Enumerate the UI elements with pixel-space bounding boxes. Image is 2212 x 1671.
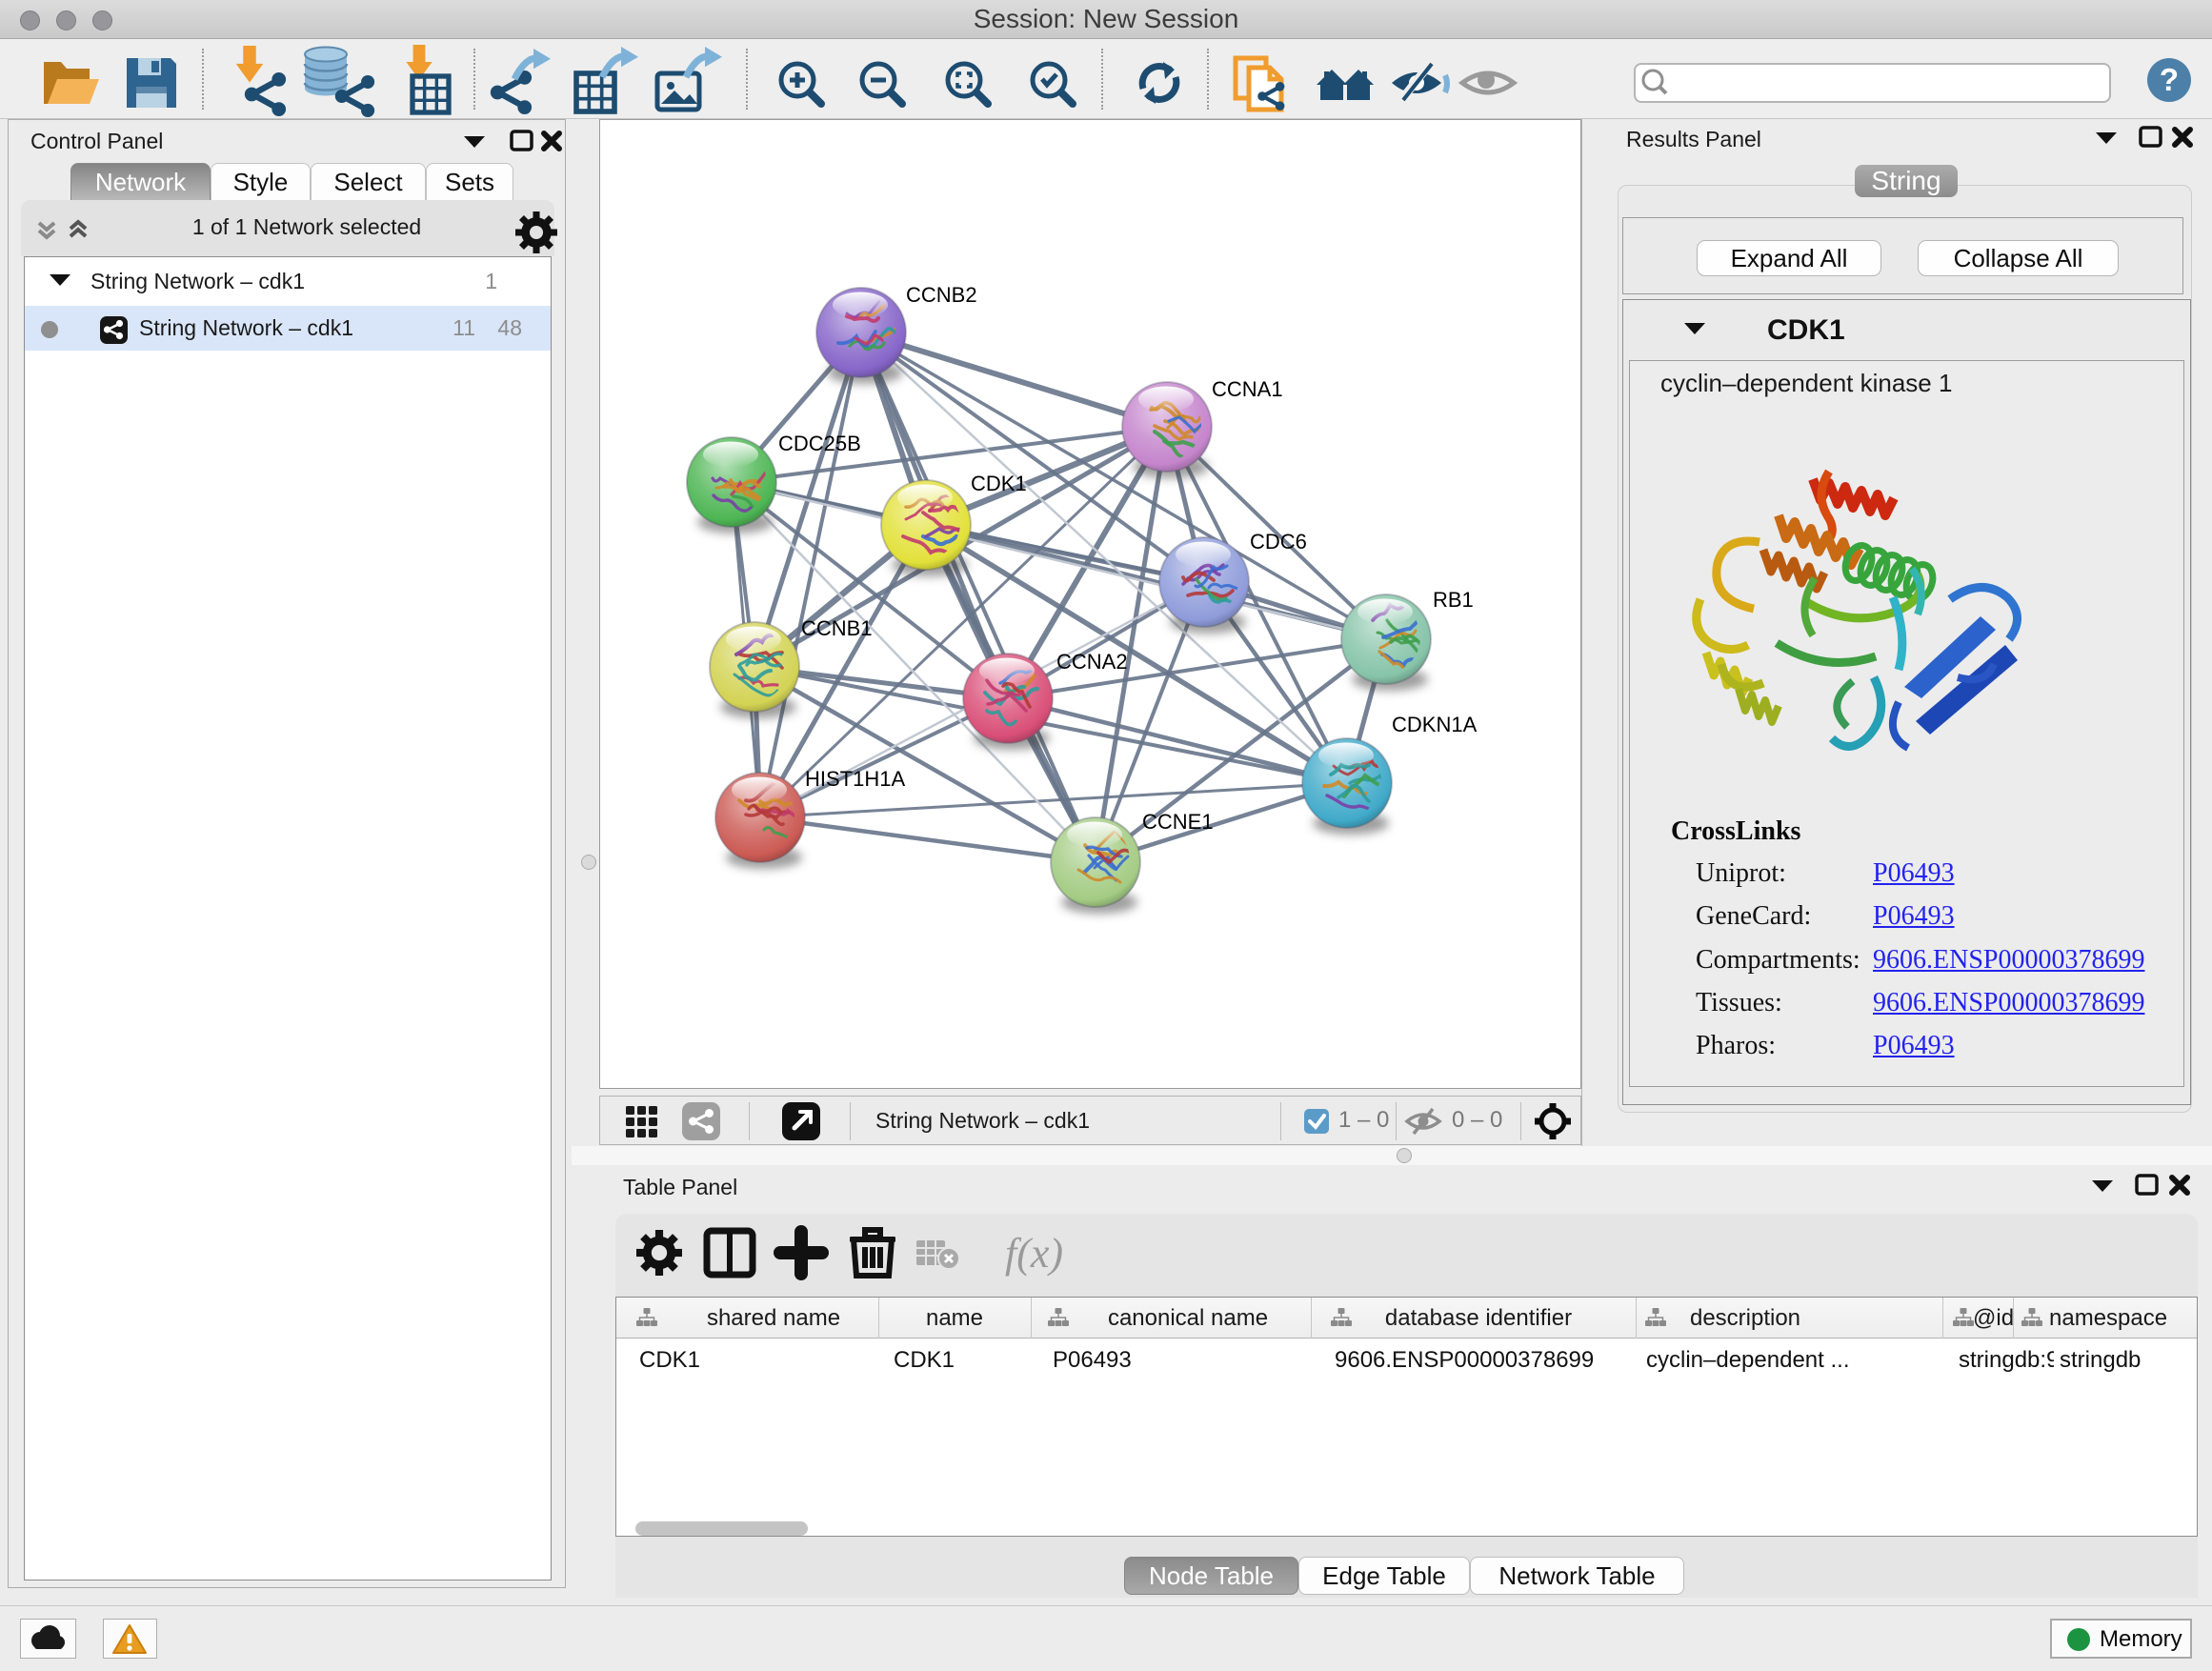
svg-text:CCNB2: CCNB2 — [906, 283, 977, 307]
svg-text:?: ? — [2160, 62, 2179, 97]
svg-text:RB1: RB1 — [1433, 588, 1474, 612]
svg-text:f(x): f(x) — [1005, 1230, 1063, 1277]
svg-text:CCNA1: CCNA1 — [1212, 377, 1283, 401]
svg-text:CCNE1: CCNE1 — [1142, 810, 1214, 834]
svg-text:CCNA2: CCNA2 — [1056, 650, 1128, 674]
svg-text:CDC25B: CDC25B — [778, 432, 861, 455]
svg-text:CDKN1A: CDKN1A — [1392, 713, 1478, 736]
svg-text:CCNB1: CCNB1 — [801, 616, 873, 640]
svg-text:CDK1: CDK1 — [971, 472, 1027, 495]
svg-text:CDC6: CDC6 — [1250, 530, 1307, 554]
svg-text:HIST1H1A: HIST1H1A — [805, 767, 905, 791]
